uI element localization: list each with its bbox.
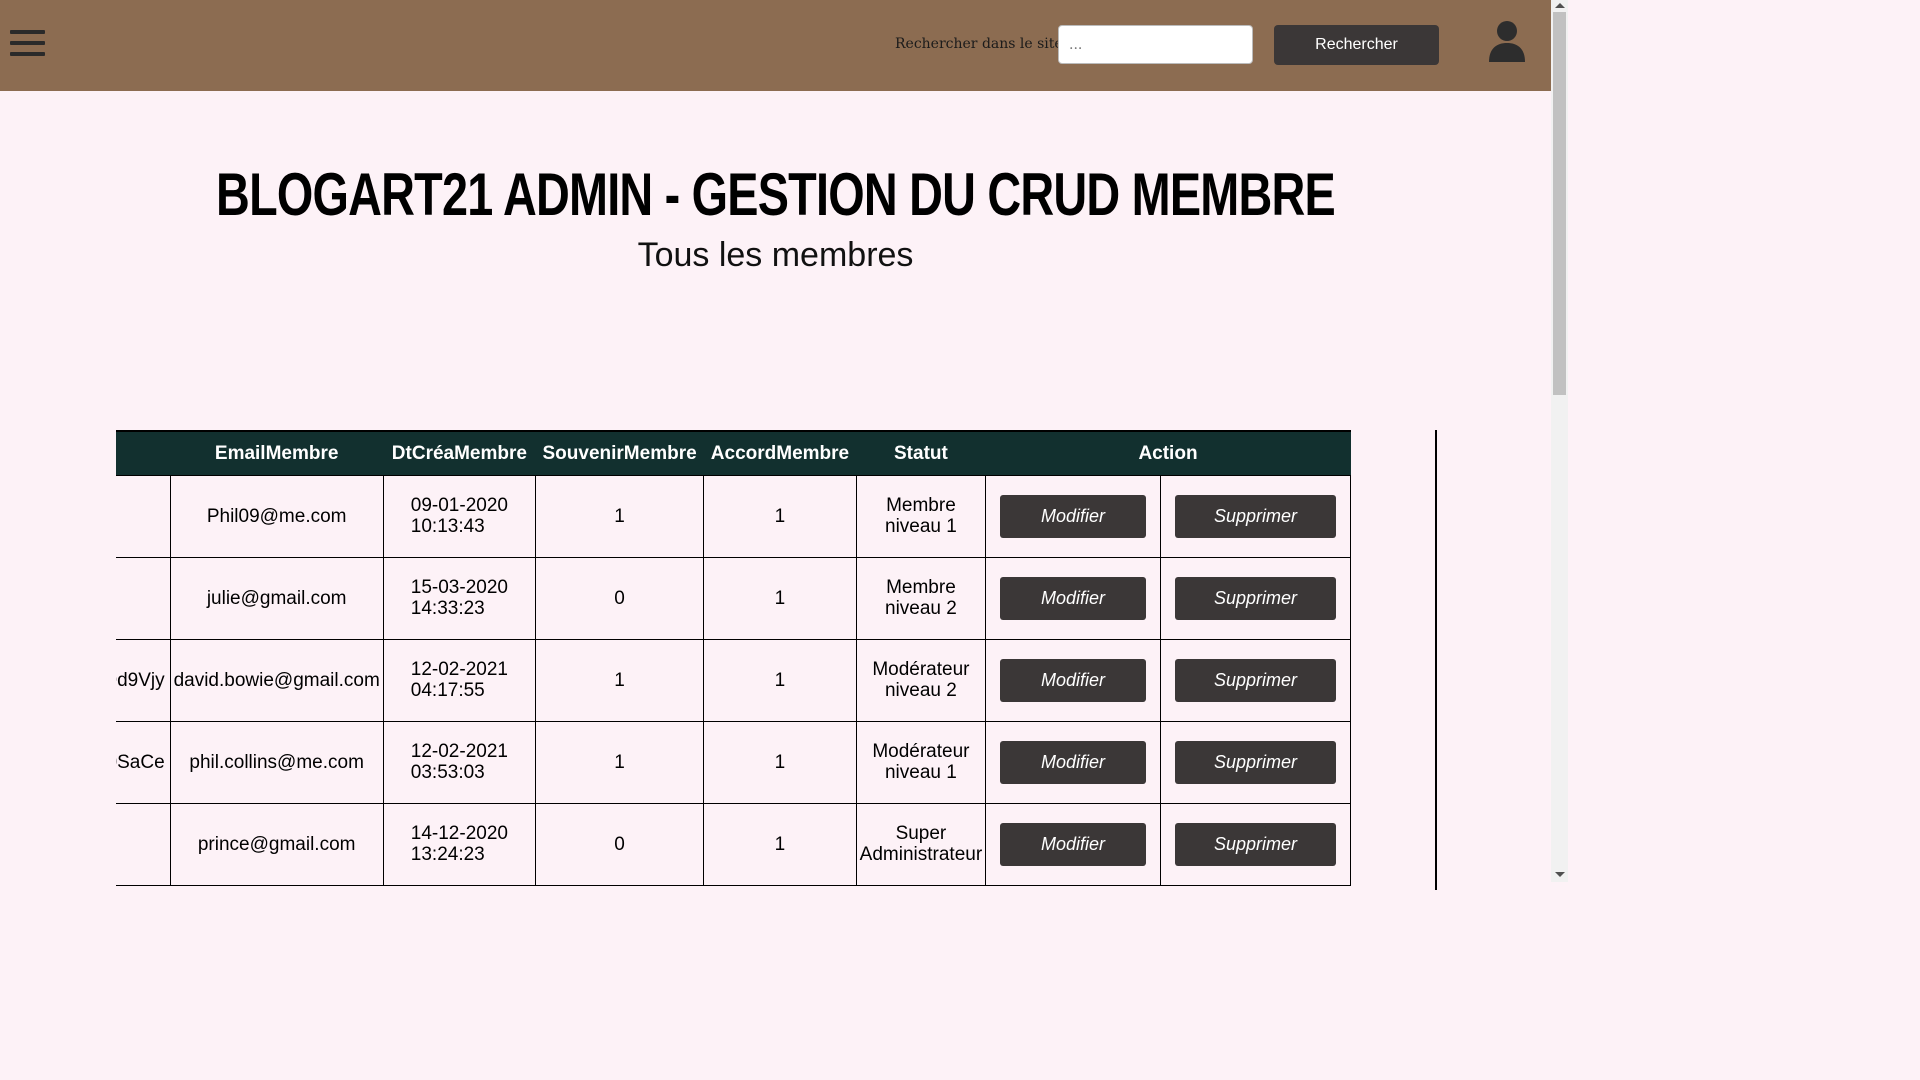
statut-cell: Membre niveau 2: [855, 557, 987, 640]
modify-button[interactable]: Modifier: [999, 577, 1146, 620]
date-value: 15-03-2020: [410, 577, 508, 598]
time-value: 13:24:23: [410, 844, 485, 865]
delete-cell: Supprimer: [1159, 557, 1352, 640]
accord-cell: 1: [703, 721, 857, 804]
column-header-accord: AccordMembre: [703, 430, 857, 476]
email-cell: julie@gmail.com: [169, 557, 384, 640]
hamburger-menu-icon[interactable]: [10, 30, 45, 56]
table-header-row: EmailMembre DtCréaMembre SouvenirMembre …: [116, 430, 1351, 476]
time-value: 03:53:03: [410, 762, 485, 783]
modify-cell: Modifier: [985, 557, 1161, 640]
column-header-souvenir: SouvenirMembre: [535, 430, 704, 476]
date-cell: 09-01-2020 10:13:43: [382, 475, 537, 558]
pass-cell: OQd9Vjy: [116, 639, 171, 722]
pass-cell: [116, 475, 171, 558]
search-button[interactable]: Rechercher: [1274, 25, 1439, 65]
delete-cell: Supprimer: [1159, 721, 1352, 804]
table-row: prince@gmail.com 14-12-2020 13:24:23 0 1 …: [116, 803, 1352, 886]
scrollbar-thumb[interactable]: [1553, 12, 1566, 395]
pass-cell: Q0SaCe: [116, 721, 171, 804]
user-icon[interactable]: [1487, 20, 1527, 62]
delete-button[interactable]: Supprimer: [1174, 495, 1336, 538]
email-cell: phil.collins@me.com: [169, 721, 384, 804]
modify-cell: Modifier: [985, 803, 1161, 886]
delete-button[interactable]: Supprimer: [1174, 659, 1336, 702]
date-value: 12-02-2021: [410, 659, 508, 680]
column-header-email: EmailMembre: [170, 430, 384, 476]
delete-cell: Supprimer: [1159, 639, 1352, 722]
statut-line1: Super: [895, 823, 947, 844]
pass-cell: [116, 557, 171, 640]
souvenir-cell: 1: [535, 721, 705, 804]
pass-cell: [116, 803, 171, 886]
modify-button[interactable]: Modifier: [999, 741, 1146, 784]
statut-line2: niveau 1: [884, 762, 957, 783]
delete-button[interactable]: Supprimer: [1174, 823, 1336, 866]
date-cell: 12-02-2021 04:17:55: [382, 639, 537, 722]
modify-cell: Modifier: [985, 721, 1161, 804]
date-cell: 14-12-2020 13:24:23: [382, 803, 537, 886]
statut-line2: niveau 2: [884, 680, 957, 701]
statut-line2: Administrateur: [859, 844, 983, 865]
page-subtitle: Tous les membres: [637, 236, 914, 274]
scroll-down-arrow-icon[interactable]: [1555, 872, 1565, 877]
accord-cell: 1: [703, 803, 857, 886]
search-label: Rechercher dans le site :: [895, 36, 1072, 52]
scroll-up-arrow-icon[interactable]: [1555, 3, 1565, 8]
time-value: 10:13:43: [410, 516, 485, 537]
statut-line1: Membre: [886, 577, 956, 598]
table-row: OQd9Vjy david.bowie@gmail.com 12-02-2021…: [116, 639, 1352, 722]
page-title: BLOGART21 ADMIN - GESTION DU CRUD MEMBRE: [216, 161, 1336, 228]
date-cell: 12-02-2021 03:53:03: [382, 721, 537, 804]
souvenir-cell: 1: [535, 475, 705, 558]
column-header-action: Action: [985, 430, 1351, 476]
delete-button[interactable]: Supprimer: [1174, 577, 1336, 620]
statut-line2: niveau 1: [885, 516, 957, 537]
modify-cell: Modifier: [985, 639, 1161, 722]
table-row: Q0SaCe phil.collins@me.com 12-02-202103:…: [116, 721, 1352, 804]
date-value: 12-02-2021: [410, 741, 508, 762]
column-header-date: DtCréaMembre: [383, 430, 536, 476]
delete-cell: Supprimer: [1159, 803, 1352, 886]
date-value: 14-12-2020: [410, 823, 508, 844]
members-table-container: EmailMembre DtCréaMembre SouvenirMembre …: [116, 430, 1437, 890]
accord-cell: 1: [703, 475, 857, 558]
email-cell: prince@gmail.com: [169, 803, 384, 886]
accord-cell: 1: [703, 557, 857, 640]
statut-cell: Modérateur niveau 2: [855, 639, 987, 722]
accord-cell: 1: [703, 639, 857, 722]
souvenir-cell: 0: [535, 557, 705, 640]
modify-button[interactable]: Modifier: [999, 823, 1146, 866]
statut-cell: Super Administrateur: [855, 803, 987, 886]
time-value: 04:17:55: [410, 680, 485, 701]
statut-cell: Modérateur niveau 1: [855, 721, 987, 804]
date-value: 09-01-2020: [410, 495, 508, 516]
statut-line2: niveau 2: [885, 598, 957, 619]
statut-line1: Modérateur: [872, 659, 970, 680]
email-cell: Phil09@me.com: [169, 475, 384, 558]
modify-cell: Modifier: [985, 475, 1161, 558]
statut-line1: Modérateur: [872, 741, 970, 762]
email-cell: david.bowie@gmail.com: [169, 639, 384, 722]
column-header-statut: Statut: [856, 430, 986, 476]
top-navbar: Rechercher dans le site : Rechercher: [0, 0, 1551, 91]
search-input[interactable]: [1058, 25, 1253, 64]
delete-button[interactable]: Supprimer: [1174, 741, 1336, 784]
modify-button[interactable]: Modifier: [999, 495, 1146, 538]
members-table: EmailMembre DtCréaMembre SouvenirMembre …: [116, 430, 1352, 886]
column-header-pass: [116, 430, 171, 476]
statut-line1: Membre: [886, 495, 956, 516]
table-row: julie@gmail.com 15-03-2020 14:33:23 0 1 M…: [116, 557, 1352, 640]
time-value: 14:33:23: [410, 598, 485, 619]
souvenir-cell: 0: [535, 803, 705, 886]
modify-button[interactable]: Modifier: [999, 659, 1146, 702]
table-row: Phil09@me.com 09-01-2020 10:13:43 1 1 Mem…: [116, 475, 1352, 558]
delete-cell: Supprimer: [1159, 475, 1352, 558]
date-cell: 15-03-2020 14:33:23: [382, 557, 537, 640]
statut-cell: Membre niveau 1: [855, 475, 987, 558]
souvenir-cell: 1: [535, 639, 705, 722]
